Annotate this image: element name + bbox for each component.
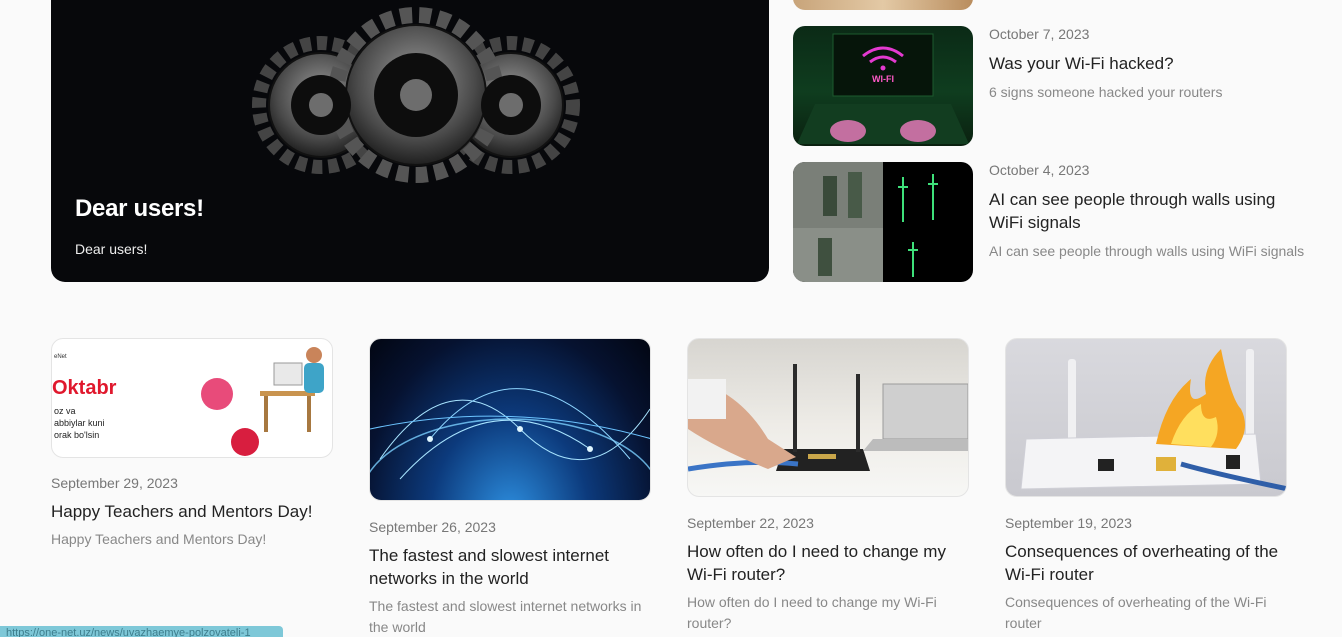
news-image: [369, 338, 651, 501]
news-date: September 26, 2023: [369, 519, 496, 535]
news-title[interactable]: Happy Teachers and Mentors Day!: [51, 500, 333, 523]
svg-text:WI-FI: WI-FI: [872, 74, 894, 84]
hero-news-card[interactable]: Dear users! Dear users!: [51, 0, 769, 282]
svg-text:abbiylar kuni: abbiylar kuni: [54, 418, 105, 428]
link-status-bar: https://one-net.uz/news/uvazhaemye-polzo…: [0, 626, 283, 637]
news-description: The fastest and slowest internet network…: [369, 598, 642, 635]
news-card[interactable]: September 19, 2023 Consequences of overh…: [1005, 338, 1287, 637]
side-news-item[interactable]: October 4, 2023 AI can see people throug…: [793, 162, 1313, 282]
news-description: How often do I need to change my Wi-Fi r…: [687, 594, 937, 631]
news-date: October 4, 2023: [989, 162, 1090, 178]
news-title[interactable]: The fastest and slowest internet network…: [369, 544, 651, 590]
news-thumbnail: WI-FI: [793, 26, 973, 146]
hero-title: Dear users!: [75, 195, 204, 222]
news-date: September 19, 2023: [1005, 515, 1132, 531]
svg-text:orak bo'lsin: orak bo'lsin: [54, 430, 99, 440]
side-news-item[interactable]: WI-FI October 7, 2023 Was your Wi-Fi hac…: [793, 26, 1313, 146]
news-description: Consequences of overheating of the Wi-Fi…: [1005, 594, 1267, 631]
news-title[interactable]: AI can see people through walls using Wi…: [989, 188, 1309, 234]
news-image: [1005, 338, 1287, 497]
news-description: AI can see people through walls using Wi…: [989, 243, 1305, 259]
globe-network-image: [370, 388, 650, 480]
news-date: September 29, 2023: [51, 475, 178, 491]
svg-text:oz va: oz va: [54, 406, 76, 416]
news-card[interactable]: eNet Oktabr oz va abbiylar kuni orak bo'…: [51, 338, 333, 558]
svg-text:Oktabr: Oktabr: [52, 377, 117, 399]
news-title[interactable]: Consequences of overheating of the Wi-Fi…: [1005, 540, 1287, 586]
news-description: Happy Teachers and Mentors Day!: [51, 531, 267, 547]
news-title[interactable]: How often do I need to change my Wi-Fi r…: [687, 540, 969, 586]
overheating-router-image: [1020, 349, 1286, 492]
news-title[interactable]: Was your Wi-Fi hacked?: [989, 52, 1309, 75]
news-thumbnail[interactable]: [793, 0, 973, 10]
news-image: [687, 338, 969, 497]
svg-text:eNet: eNet: [54, 354, 67, 360]
router-image: [688, 364, 968, 472]
news-date: October 7, 2023: [989, 26, 1090, 42]
hacker-laptop-image: WI-FI: [797, 33, 969, 144]
wifi-vision-image: [793, 162, 938, 282]
news-date: September 22, 2023: [687, 515, 814, 531]
news-description: 6 signs someone hacked your routers: [989, 84, 1223, 100]
news-card[interactable]: September 22, 2023 How often do I need t…: [687, 338, 969, 637]
gears-image: [252, 7, 580, 183]
hero-subtitle: Dear users!: [75, 241, 148, 257]
news-thumbnail: [793, 162, 973, 282]
teachers-day-image: eNet Oktabr oz va abbiylar kuni orak bo'…: [52, 347, 324, 456]
news-image: eNet Oktabr oz va abbiylar kuni orak bo'…: [51, 338, 333, 458]
news-card[interactable]: September 26, 2023 The fastest and slowe…: [369, 338, 651, 637]
